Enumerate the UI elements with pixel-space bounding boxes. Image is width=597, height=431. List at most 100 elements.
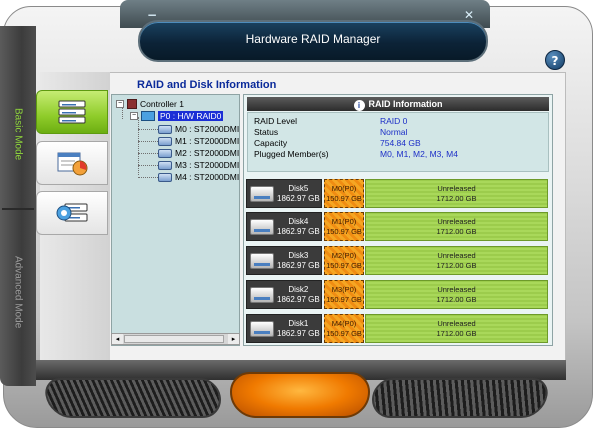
scroll-left-arrow-icon[interactable]: ◂	[112, 334, 123, 344]
tree-member-label: M4 : ST2000DMI	[175, 172, 240, 182]
disk-member-segment[interactable]: M2(P0) 150.97 GB	[324, 246, 364, 275]
tree-member-label: M3 : ST2000DMI	[175, 160, 240, 170]
disk-unreleased-segment[interactable]: Unreleased 1712.00 GB	[365, 246, 548, 275]
tree-member-label: M0 : ST2000DMI	[175, 124, 240, 134]
tree-raid-label: P0 : H/W RAID0	[158, 111, 224, 121]
help-icon: ?	[551, 54, 559, 68]
collapse-icon[interactable]: −	[116, 100, 124, 108]
raid-array-icon	[141, 111, 155, 121]
tree-member[interactable]: M4 : ST2000DMI	[158, 171, 239, 183]
mode-divider	[2, 208, 34, 210]
disk-unreleased-segment[interactable]: Unreleased 1712.00 GB	[365, 179, 548, 208]
member-size: 150.97 GB	[326, 260, 362, 270]
disk-member-segment[interactable]: M3(P0) 150.97 GB	[324, 280, 364, 309]
capacity-label: Capacity	[254, 138, 288, 148]
disk-row[interactable]: Disk4 1862.97 GB M1(P0) 150.97 GB Unreleas…	[246, 212, 548, 241]
member-name: M2(P0)	[331, 250, 357, 260]
disk-label: Disk1 1862.97 GB	[246, 314, 322, 343]
tree-member[interactable]: M2 : ST2000DMI	[158, 147, 239, 159]
tab-raid-disk-info[interactable]	[36, 90, 108, 134]
unreleased-size: 1712.00 GB	[436, 260, 477, 270]
disk-size: 1862.97 GB	[277, 260, 320, 270]
basic-mode-tab[interactable]: Basic Mode	[3, 60, 33, 208]
disk-unreleased-segment[interactable]: Unreleased 1712.00 GB	[365, 314, 548, 343]
unreleased-size: 1712.00 GB	[436, 226, 477, 236]
raid-info-header: i RAID Information	[247, 97, 549, 111]
unreleased-label: Unreleased	[437, 183, 476, 193]
tree-horizontal-scrollbar[interactable]: ◂ ▸	[111, 333, 240, 345]
plugged-members-value: M0, M1, M2, M3, M4	[380, 149, 458, 159]
disk-member-segment[interactable]: M0(P0) 150.97 GB	[324, 179, 364, 208]
tab-disk-chart[interactable]	[36, 141, 108, 185]
capacity-value: 754.84 GB	[380, 138, 421, 148]
disk-icon	[158, 124, 172, 134]
hard-disk-icon	[250, 185, 274, 202]
disk-label: Disk3 1862.97 GB	[246, 246, 322, 275]
unreleased-label: Unreleased	[437, 318, 476, 328]
unreleased-label: Unreleased	[437, 216, 476, 226]
plugged-members-label: Plugged Member(s)	[254, 149, 329, 159]
status-label: Status	[254, 127, 279, 137]
disk-size: 1862.97 GB	[277, 226, 320, 236]
member-size: 150.97 GB	[326, 193, 362, 203]
disk-icon	[158, 172, 172, 182]
raid-level-value: RAID 0	[380, 116, 408, 126]
hard-disk-icon	[250, 320, 274, 337]
tree-controller[interactable]: − Controller 1	[116, 98, 184, 110]
disk-label: Disk4 1862.97 GB	[246, 212, 322, 241]
advanced-mode-label: Advanced Mode	[12, 256, 24, 329]
help-button[interactable]: ?	[545, 50, 565, 70]
settings-disk-icon	[56, 203, 88, 222]
disk-row[interactable]: Disk3 1862.97 GB M2(P0) 150.97 GB Unreleas…	[246, 246, 548, 275]
scroll-thumb[interactable]	[124, 335, 224, 343]
disk-row[interactable]: Disk1 1862.97 GB M4(P0) 150.97 GB Unreleas…	[246, 314, 548, 343]
unreleased-size: 1712.00 GB	[436, 294, 477, 304]
hard-disk-icon	[250, 252, 274, 269]
tree-controller-label: Controller 1	[140, 99, 184, 109]
hard-disk-icon	[250, 286, 274, 303]
member-name: M4(P0)	[331, 318, 357, 328]
unreleased-size: 1712.00 GB	[436, 328, 477, 338]
disk-unreleased-segment[interactable]: Unreleased 1712.00 GB	[365, 212, 548, 241]
disk-name: Disk3	[288, 250, 309, 260]
disk-icon	[158, 136, 172, 146]
tree-member[interactable]: M0 : ST2000DMI	[158, 123, 239, 135]
disk-size: 1862.97 GB	[277, 193, 320, 203]
disk-name: Disk1	[288, 318, 309, 328]
member-size: 150.97 GB	[326, 226, 362, 236]
disk-name: Disk2	[288, 284, 309, 294]
disk-icon	[158, 148, 172, 158]
section-title: RAID and Disk Information	[137, 79, 277, 91]
member-size: 150.97 GB	[326, 328, 362, 338]
status-value: Normal	[380, 127, 408, 137]
unreleased-size: 1712.00 GB	[436, 193, 477, 203]
disk-size: 1862.97 GB	[277, 294, 320, 304]
center-orange-button[interactable]	[230, 372, 370, 418]
speaker-grille-left	[42, 378, 225, 418]
raid-level-label: RAID Level	[254, 116, 297, 126]
tree-member[interactable]: M3 : ST2000DMI	[158, 159, 239, 171]
tree-raid[interactable]: − P0 : H/W RAID0	[130, 110, 224, 122]
tab-settings[interactable]	[36, 191, 108, 235]
disk-member-segment[interactable]: M1(P0) 150.97 GB	[324, 212, 364, 241]
disk-member-segment[interactable]: M4(P0) 150.97 GB	[324, 314, 364, 343]
disk-name: Disk5	[288, 183, 309, 193]
unreleased-label: Unreleased	[437, 250, 476, 260]
disk-size: 1862.97 GB	[277, 328, 320, 338]
disk-row[interactable]: Disk5 1862.97 GB M0(P0) 150.97 GB Unreleas…	[246, 179, 548, 208]
disk-chart-icon	[57, 152, 88, 176]
basic-mode-label: Basic Mode	[12, 107, 24, 161]
scroll-right-arrow-icon[interactable]: ▸	[228, 334, 239, 344]
collapse-icon[interactable]: −	[130, 112, 138, 120]
member-name: M1(P0)	[331, 216, 357, 226]
speaker-grille-right	[368, 378, 551, 418]
disk-row[interactable]: Disk2 1862.97 GB M3(P0) 150.97 GB Unreleas…	[246, 280, 548, 309]
tree-member-label: M1 : ST2000DMI	[175, 136, 240, 146]
member-size: 150.97 GB	[326, 294, 362, 304]
device-tree[interactable]: − Controller 1 − P0 : H/W RAID0 M0 : ST2…	[111, 94, 240, 346]
advanced-mode-tab[interactable]: Advanced Mode	[3, 215, 33, 370]
controller-icon	[127, 99, 137, 109]
tree-member[interactable]: M1 : ST2000DMI	[158, 135, 239, 147]
disk-unreleased-segment[interactable]: Unreleased 1712.00 GB	[365, 280, 548, 309]
raid-info-title: RAID Information	[368, 99, 443, 109]
